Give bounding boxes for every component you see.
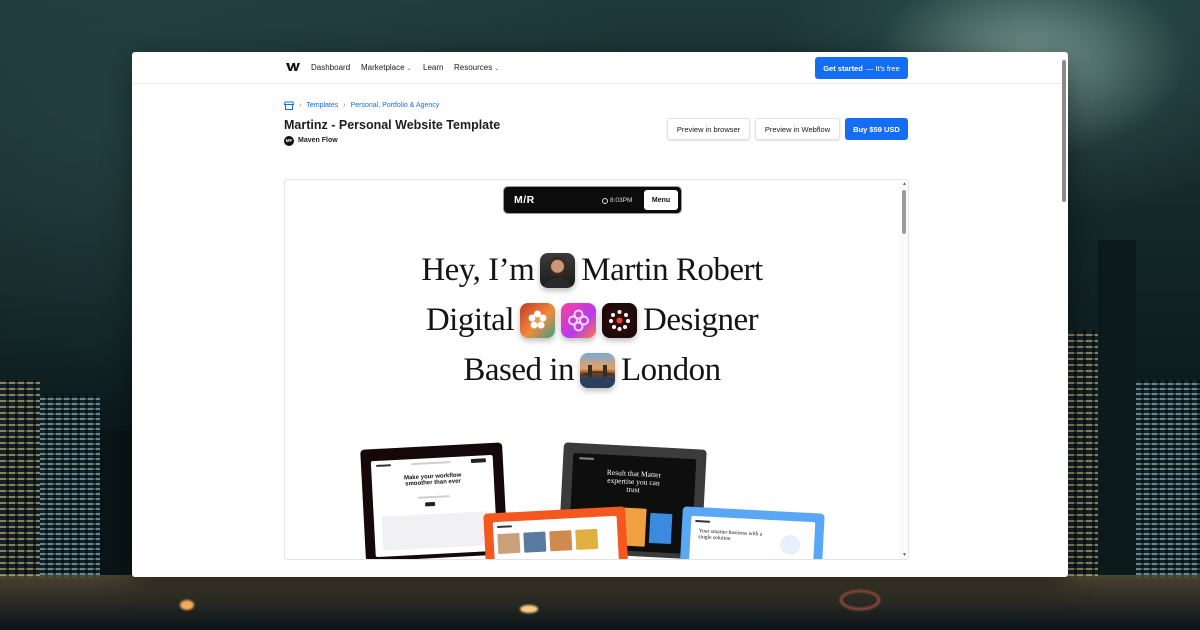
mockup-chart xyxy=(779,534,801,556)
mockup-dashboard xyxy=(381,511,490,551)
breadcrumb-separator: › xyxy=(299,101,302,109)
building xyxy=(1098,240,1136,630)
hero-text: Martin Robert xyxy=(581,252,763,288)
get-started-button[interactable]: Get started — It's free xyxy=(815,57,908,79)
get-started-label: Get started xyxy=(823,63,863,73)
mockup-subtext xyxy=(417,495,450,499)
hero-line-1: Hey, I’m Martin Robert xyxy=(285,252,899,289)
author-link[interactable]: MF Maven Flow xyxy=(284,135,338,146)
mockup-nav xyxy=(410,461,451,466)
site-menu-button[interactable]: Menu xyxy=(644,190,678,210)
nav-marketplace[interactable]: Marketplace ⌄ xyxy=(361,62,412,75)
breadcrumb-category[interactable]: Personal, Portfolio & Agency xyxy=(351,102,440,109)
site-logo[interactable]: M/R xyxy=(514,194,535,206)
ring-icon xyxy=(602,303,637,338)
breadcrumb: › Templates › Personal, Portfolio & Agen… xyxy=(284,99,439,111)
light-glow xyxy=(180,600,194,610)
breadcrumb-templates[interactable]: Templates xyxy=(306,102,338,109)
mockup-logo xyxy=(695,519,711,523)
top-nav: Dashboard Marketplace ⌄ Learn Resources ⌄ … xyxy=(132,52,1068,84)
mockup-screen: Make your workflow smoother than ever xyxy=(370,454,498,558)
mockup-photo xyxy=(575,528,599,550)
site-time-label: 8:03PM xyxy=(610,197,633,204)
mockup-button xyxy=(425,501,436,507)
preview-scrollbar[interactable]: ▲ ▼ xyxy=(899,180,908,559)
webflow-logo-icon[interactable] xyxy=(286,61,300,73)
mockup-screen xyxy=(492,515,620,559)
template-preview[interactable]: ▲ ▼ M/R 8:03PM Menu Hey, I’m Martin Robe… xyxy=(284,179,909,560)
nav-learn[interactable]: Learn xyxy=(423,62,443,73)
author-avatar-icon: MF xyxy=(284,135,294,146)
buy-button[interactable]: Buy $59 USD xyxy=(845,118,908,140)
browser-window: Dashboard Marketplace ⌄ Learn Resources ⌄ … xyxy=(132,52,1068,577)
mockup-cta xyxy=(470,458,486,464)
mockup-headline: Your smarter business with a single solu… xyxy=(698,528,763,542)
chevron-down-icon: ⌄ xyxy=(494,66,500,72)
nav-dashboard[interactable]: Dashboard xyxy=(311,62,350,73)
clock-icon xyxy=(602,197,608,204)
mockup-blue-business: Your smarter business with a single solu… xyxy=(679,506,825,559)
hero-line-2: Digital Designer xyxy=(285,302,899,339)
mockup-headline: Make your workflow smoother than ever xyxy=(403,472,462,488)
hero-text: Based in xyxy=(463,352,574,388)
preview-in-webflow-button[interactable]: Preview in Webflow xyxy=(755,118,840,140)
flower-icon xyxy=(520,303,555,338)
store-icon[interactable] xyxy=(284,101,294,110)
preview-in-browser-button[interactable]: Preview in browser xyxy=(667,118,750,140)
hero-text: Designer xyxy=(643,302,759,338)
scroll-up-arrow-icon[interactable]: ▲ xyxy=(902,181,907,187)
mockup-photo xyxy=(497,532,521,555)
mockup-logo xyxy=(375,464,392,467)
hero-text: London xyxy=(620,352,721,388)
mockup-logo xyxy=(579,457,595,460)
nav-resources[interactable]: Resources ⌄ xyxy=(454,62,499,75)
hero-text: Digital xyxy=(425,302,515,338)
mockup-photo xyxy=(549,530,573,552)
hero-text: Hey, I’m xyxy=(421,252,535,288)
get-started-suffix: — It's free xyxy=(865,63,900,73)
ferris-wheel xyxy=(840,590,880,610)
london-photo-icon xyxy=(579,353,615,388)
site-navbar: M/R 8:03PM Menu xyxy=(503,186,682,214)
chevron-down-icon: ⌄ xyxy=(406,66,412,72)
mockup-card xyxy=(648,512,673,545)
template-title: Martinz - Personal Website Template xyxy=(284,118,501,132)
scroll-down-arrow-icon[interactable]: ▼ xyxy=(902,552,907,558)
preview-scroll-thumb[interactable] xyxy=(902,190,906,234)
window-scrollbar[interactable] xyxy=(1062,60,1066,202)
mockup-photo xyxy=(523,531,547,553)
author-name: Maven Flow xyxy=(298,137,338,144)
hero-line-3: Based in London xyxy=(285,352,899,389)
light-glow xyxy=(520,605,538,613)
avatar-icon xyxy=(540,253,576,288)
mockup-orange-gallery xyxy=(483,506,629,559)
mockup-logo xyxy=(496,525,513,529)
mockup-headline: Result that Matter expertise you can tru… xyxy=(606,467,662,495)
pink-flower-icon xyxy=(561,303,596,338)
site-time: 8:03PM xyxy=(602,197,632,204)
breadcrumb-separator: › xyxy=(343,101,346,109)
mockup-screen: Your smarter business with a single solu… xyxy=(688,515,816,559)
